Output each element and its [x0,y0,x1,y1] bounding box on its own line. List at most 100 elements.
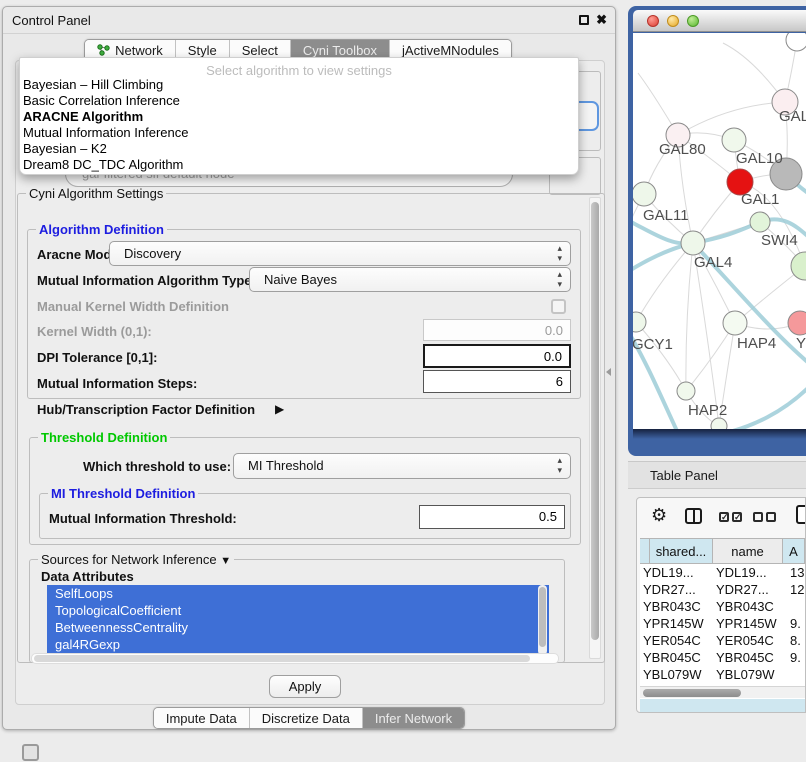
attribute-item-selected[interactable]: TopologicalCoefficient [47,602,549,619]
node-hap2[interactable] [677,382,695,400]
algorithm-option[interactable]: Bayesian – K2 [20,141,578,157]
mi-steps-field[interactable]: 6 [423,370,571,393]
control-panel-titlebar: Control Panel ✖ [3,7,615,34]
section-title: MI Threshold Definition [48,486,198,501]
node-gal4[interactable] [681,231,705,255]
column-header-name[interactable]: name [713,539,783,563]
attribute-item-selected[interactable]: gal4RGexp [47,636,549,653]
mi-type-combo[interactable]: Naive Bayes ▴▾ [249,267,571,292]
node-unlabeled-bottom[interactable] [711,418,727,429]
close-icon[interactable]: ✖ [596,12,607,28]
node-gcy1[interactable] [633,312,646,332]
table-row[interactable]: YBL079WYBL079W [640,666,805,683]
network-window-titlebar[interactable] [633,10,806,32]
table-panel-titlebar: Table Panel [628,461,806,489]
table-footer-strip [640,699,805,713]
table-row[interactable]: YDL19...YDL19...13 [640,564,805,581]
section-title: Algorithm Definition [36,222,167,237]
mac-minimize-button[interactable] [667,15,679,27]
group-title: Cyni Algorithm Settings [26,186,166,201]
algorithm-dropdown-list: Select algorithm to view settings Bayesi… [19,57,579,175]
mac-close-button[interactable] [647,15,659,27]
table-horizontal-scrollbar[interactable] [640,686,805,698]
window-title: Control Panel [12,13,91,28]
deselect-all-icon[interactable] [753,512,776,522]
tab-impute-data[interactable]: Impute Data [154,708,249,728]
table-row[interactable]: YDR27...YDR27...12 [640,581,805,598]
node-unlabeled-top[interactable] [786,33,806,51]
panel-splitter-handle[interactable] [606,368,611,376]
table-panel-title: Table Panel [650,468,718,483]
node-gal11[interactable] [633,182,656,206]
table-panel: ⚙ ✓ ✓ shared... name A YDL19...YDL19...1… [636,497,806,713]
node-label: GAL [779,108,806,125]
attribute-list-scrollbar[interactable] [538,585,547,655]
algorithm-option[interactable]: Mutual Information Inference [20,125,578,141]
node-salmon[interactable] [788,311,806,335]
algorithm-option[interactable]: Dream8 DC_TDC Algorithm [20,157,578,173]
node-label: SWI4 [761,232,798,249]
kernel-width-label: Kernel Width (0,1): [37,324,152,339]
table-header-row: shared... name A [640,538,805,564]
section-title: Threshold Definition [38,430,170,445]
document-icon[interactable] [796,505,806,524]
manual-kernel-checkbox[interactable] [551,299,566,314]
algorithm-option-selected[interactable]: ARACNE Algorithm [20,109,578,125]
table-row[interactable]: YER054CYER054C8. [640,632,805,649]
select-all-icon[interactable]: ✓ ✓ [719,512,742,522]
which-threshold-label: Which threshold to use: [83,459,231,474]
expand-right-icon[interactable]: ▶ [275,402,284,416]
dpi-tolerance-label: DPI Tolerance [0,1]: [37,350,157,365]
node-swi4[interactable] [750,212,770,232]
tab-network-label: Network [115,43,163,58]
node-label: GAL4 [694,254,732,271]
dpi-tolerance-field[interactable]: 0.0 [423,344,571,368]
combo-arrows-icon: ▴▾ [557,269,562,289]
dropdown-placeholder: Select algorithm to view settings [20,58,578,77]
sources-title[interactable]: Sources for Network Inference ▼ [38,552,234,567]
mi-threshold-field[interactable]: 0.5 [419,505,565,529]
node-gal10[interactable] [722,128,746,152]
scrollbar-thumb[interactable] [643,689,741,697]
network-canvas[interactable]: GAL GAL80 GAL10 GAL1 GAL11 GAL4 SWI4 GCY… [633,33,806,429]
node-label: GAL11 [643,207,689,224]
table-row[interactable]: YPR145WYPR145W9. [640,615,805,632]
network-view-window: GAL GAL80 GAL10 GAL1 GAL11 GAL4 SWI4 GCY… [628,6,806,456]
window-inner-shadow [633,429,806,439]
data-attributes-list[interactable]: SelfLoops TopologicalCoefficient Between… [47,585,549,655]
scrollbar-thumb[interactable] [34,655,530,662]
column-chooser-icon[interactable] [685,508,702,524]
collapsed-panel-icon[interactable] [22,744,39,761]
manual-kernel-label: Manual Kernel Width Definition [37,299,229,314]
table-row[interactable]: YBR043CYBR043C [640,598,805,615]
node-hap4[interactable] [723,311,747,335]
mac-zoom-button[interactable] [687,15,699,27]
table-row[interactable]: YBR045CYBR045C9. [640,649,805,666]
sources-horizontal-scrollbar[interactable] [31,653,559,664]
which-threshold-combo[interactable]: MI Threshold ▴▾ [233,453,571,479]
column-header-shared-name[interactable]: shared... [650,539,713,563]
mi-type-label: Mutual Information Algorithm Type: [37,273,256,288]
float-window-icon[interactable] [579,15,589,25]
bottom-tab-bar: Impute Data Discretize Data Infer Networ… [3,707,615,729]
attribute-item-selected[interactable]: SelfLoops [47,585,549,602]
settings-scrollbar[interactable] [589,197,601,659]
kernel-width-field: 0.0 [423,319,571,341]
algorithm-option[interactable]: Basic Correlation Inference [20,93,578,109]
node-label: GAL10 [736,150,783,167]
hub-definition-label[interactable]: Hub/Transcription Factor Definition [37,402,255,417]
gear-icon[interactable]: ⚙ [651,505,667,526]
scrollbar-thumb[interactable] [591,202,599,640]
attribute-item-selected[interactable]: BetweennessCentrality [47,619,549,636]
node-label: HAP2 [688,402,727,419]
row-selector-header[interactable] [640,539,650,563]
combo-arrows-icon: ▴▾ [557,455,562,475]
column-header-partial[interactable]: A [783,539,805,563]
aracne-mode-combo[interactable]: Discovery ▴▾ [109,241,571,266]
node-label: GCY1 [633,336,673,353]
apply-button[interactable]: Apply [269,675,341,698]
control-panel-window: Control Panel ✖ Network Style Select Cyn… [2,6,616,730]
tab-infer-network[interactable]: Infer Network [362,708,464,728]
algorithm-option[interactable]: Bayesian – Hill Climbing [20,77,578,93]
tab-discretize-data[interactable]: Discretize Data [249,708,362,728]
